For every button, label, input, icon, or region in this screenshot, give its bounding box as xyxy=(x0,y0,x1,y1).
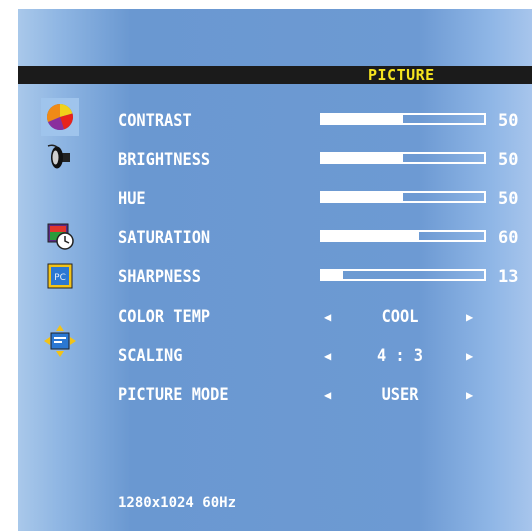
saturation-row[interactable]: SATURATION 60 xyxy=(0,223,532,253)
saturation-value: 60 xyxy=(498,228,519,248)
contrast-label: CONTRAST xyxy=(118,111,192,131)
brightness-label: BRIGHTNESS xyxy=(118,150,211,170)
hue-slider[interactable] xyxy=(320,191,486,203)
menu-title: PICTURE xyxy=(368,66,435,84)
picture-mode-left-arrow-icon[interactable]: ◀ xyxy=(324,380,331,410)
saturation-slider[interactable] xyxy=(320,230,486,242)
sharpness-slider-fill xyxy=(322,271,344,279)
contrast-row[interactable]: CONTRAST 50 xyxy=(0,106,532,136)
scaling-right-arrow-icon[interactable]: ▶ xyxy=(466,341,473,371)
brightness-slider-fill xyxy=(322,154,403,162)
color-temp-label: COLOR TEMP xyxy=(118,307,211,327)
contrast-slider-fill xyxy=(322,115,403,123)
contrast-slider[interactable] xyxy=(320,113,486,125)
title-bar xyxy=(18,66,532,84)
osd-menu: PICTURE PC CONTRAST 50 BRIGHTNESS 50 HUE… xyxy=(0,0,532,531)
hue-value: 50 xyxy=(498,189,519,209)
scaling-value: 4 : 3 xyxy=(376,346,424,366)
brightness-value: 50 xyxy=(498,150,519,170)
saturation-label: SATURATION xyxy=(118,228,211,248)
color-temp-left-arrow-icon[interactable]: ◀ xyxy=(324,302,331,332)
scaling-row[interactable]: SCALING ◀ 4 : 3 ▶ xyxy=(0,341,532,371)
picture-mode-label: PICTURE MODE xyxy=(118,385,229,405)
picture-mode-right-arrow-icon[interactable]: ▶ xyxy=(466,380,473,410)
brightness-slider[interactable] xyxy=(320,152,486,164)
scaling-label: SCALING xyxy=(118,346,183,366)
color-temp-value: COOL xyxy=(381,307,419,327)
saturation-slider-fill xyxy=(322,232,420,240)
hue-label: HUE xyxy=(118,189,146,209)
sharpness-row[interactable]: SHARPNESS 13 xyxy=(0,262,532,292)
hue-slider-fill xyxy=(322,193,403,201)
picture-mode-value: USER xyxy=(381,385,419,405)
scaling-left-arrow-icon[interactable]: ◀ xyxy=(324,341,331,371)
picture-mode-row[interactable]: PICTURE MODE ◀ USER ▶ xyxy=(0,380,532,410)
sharpness-slider[interactable] xyxy=(320,269,486,281)
brightness-row[interactable]: BRIGHTNESS 50 xyxy=(0,145,532,175)
resolution-status: 1280x1024 60Hz xyxy=(118,495,237,511)
color-temp-right-arrow-icon[interactable]: ▶ xyxy=(466,302,473,332)
sharpness-label: SHARPNESS xyxy=(118,267,201,287)
hue-row[interactable]: HUE 50 xyxy=(0,184,532,214)
sharpness-value: 13 xyxy=(498,267,519,287)
contrast-value: 50 xyxy=(498,111,519,131)
color-temp-row[interactable]: COLOR TEMP ◀ COOL ▶ xyxy=(0,302,532,332)
